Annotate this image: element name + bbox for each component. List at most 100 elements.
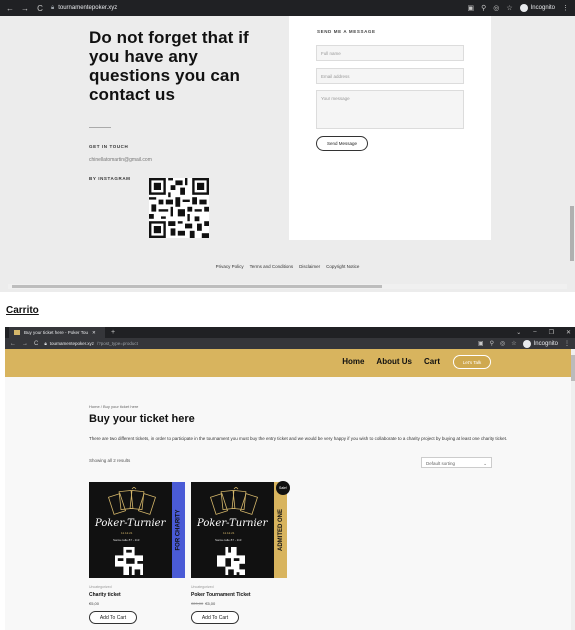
sale-badge: Sale!: [276, 481, 290, 495]
forward-icon[interactable]: →: [22, 341, 28, 347]
address-bar[interactable]: 🔒︎ tournamentepoker.xyz/?post_type=produ…: [44, 341, 472, 346]
zoom-icon[interactable]: ⚲: [490, 340, 494, 347]
menu-kebab-icon[interactable]: ⋮: [562, 4, 569, 12]
full-name-input[interactable]: Full name: [316, 45, 464, 61]
shop-content: Home / Buy your ticket here Buy your tic…: [5, 377, 575, 630]
product-image[interactable]: Poker-Turnier 11.12.21 Santa calle 87 - …: [89, 482, 185, 578]
close-window-icon[interactable]: ✕: [566, 329, 571, 336]
product-name[interactable]: Poker Tournament Ticket: [191, 592, 287, 598]
horizontal-scrollbar[interactable]: [8, 284, 567, 289]
close-tab-icon[interactable]: ✕: [92, 330, 96, 336]
email-input[interactable]: Email address: [316, 68, 464, 84]
message-textarea[interactable]: Your message: [316, 90, 464, 129]
section-caption: Carrito: [6, 305, 39, 316]
contact-form: SEND ME A MESSAGE Full name Email addres…: [289, 16, 491, 240]
main-nav: Home About Us Cart: [342, 357, 440, 366]
bookmark-star-icon[interactable]: ☆: [511, 340, 516, 347]
lock-icon: 🔒︎: [44, 341, 47, 346]
sorting-select[interactable]: Default sorting ⌄: [421, 457, 492, 468]
tracking-icon[interactable]: ◎: [500, 340, 505, 347]
product-category[interactable]: Uncategorized: [191, 585, 287, 589]
ticket-place: Santa calle 87 - 113: [215, 538, 242, 542]
ticket-title: Poker-Turnier: [95, 518, 166, 529]
scrollbar-thumb[interactable]: [571, 355, 575, 381]
scrollbar-thumb[interactable]: [12, 285, 382, 288]
incognito-badge[interactable]: Incognito: [519, 4, 555, 12]
ticket-place: Santa calle 87 - 113: [113, 538, 140, 542]
nav-cart[interactable]: Cart: [424, 357, 440, 366]
chevron-down-icon: ⌄: [483, 461, 487, 466]
incognito-badge[interactable]: Incognito: [522, 339, 558, 348]
zoom-icon[interactable]: ⚲: [481, 4, 486, 12]
address-bar[interactable]: 🔒︎ tournamentepoker.xyz: [51, 5, 460, 12]
contact-heading: Do not forget that if you have any quest…: [89, 28, 249, 104]
product-price: €20,00 €5,00: [191, 601, 216, 606]
address-url: tournamentepoker.xyz: [58, 5, 118, 11]
extensions-icon[interactable]: ▣: [467, 4, 474, 12]
tracking-icon[interactable]: ◎: [493, 4, 499, 12]
product-name[interactable]: Charity ticket: [89, 592, 185, 598]
browser-toolbar: ← → C 🔒︎ tournamentepoker.xyz/?post_type…: [5, 338, 575, 349]
vertical-scrollbar[interactable]: [570, 16, 574, 266]
contact-email[interactable]: chinellatomartin@gmail.com: [89, 157, 269, 163]
extensions-icon[interactable]: ▣: [478, 340, 484, 347]
minimize-icon[interactable]: –: [533, 329, 536, 336]
product-price: €5,00: [89, 601, 100, 606]
ticket-date: 11.12.21: [121, 531, 133, 535]
address-path: /?post_type=product: [97, 341, 138, 346]
footer-link-disclaimer[interactable]: Disclaimer: [299, 264, 320, 269]
address-host: tournamentepoker.xyz: [49, 341, 95, 346]
browser-tab[interactable]: Buy your ticket here - Poker Tou ✕: [9, 327, 105, 338]
product-category[interactable]: Uncategorized: [89, 585, 185, 589]
send-message-button[interactable]: Send Message: [316, 136, 368, 151]
back-icon[interactable]: ←: [6, 4, 14, 13]
browser-toolbar: ← → C 🔒︎ tournamentepoker.xyz ▣ ⚲ ◎ ☆ In…: [0, 0, 575, 16]
nav-home[interactable]: Home: [342, 357, 364, 366]
ticket-date: 11.12.21: [223, 531, 235, 535]
footer-link-privacy[interactable]: Privacy Policy: [216, 264, 244, 269]
footer-link-copyright[interactable]: Copyright Notice: [326, 264, 359, 269]
ticket-title: Poker-Turnier: [197, 518, 268, 529]
page-title: Buy your ticket here: [89, 413, 195, 425]
product-card[interactable]: Poker-Turnier 11.12.21 Santa calle 87 - …: [191, 481, 290, 624]
contact-page-screenshot: ← → C 🔒︎ tournamentepoker.xyz ▣ ⚲ ◎ ☆ In…: [0, 0, 575, 292]
product-image[interactable]: Poker-Turnier 11.12.21 Santa calle 87 - …: [191, 482, 287, 578]
bookmark-star-icon[interactable]: ☆: [506, 4, 512, 12]
vertical-scrollbar[interactable]: [571, 349, 575, 630]
favicon-icon: [14, 330, 20, 335]
site-header: Home About Us Cart Let's Talk: [5, 349, 575, 377]
maximize-icon[interactable]: ❐: [549, 329, 554, 336]
instagram-qr-code: [149, 178, 209, 238]
breadcrumb[interactable]: Home / Buy your ticket here: [89, 404, 138, 409]
playing-cards-icon: [210, 487, 258, 515]
forward-icon[interactable]: →: [21, 4, 29, 13]
product-card[interactable]: Poker-Turnier 11.12.21 Santa calle 87 - …: [89, 482, 185, 624]
browser-tabstrip: Buy your ticket here - Poker Tou ✕ + ⌄ –…: [5, 327, 575, 338]
back-icon[interactable]: ←: [10, 341, 16, 347]
incognito-icon: [522, 339, 531, 348]
result-count: Showing all 2 results: [89, 458, 131, 463]
scrollbar-thumb[interactable]: [570, 206, 574, 261]
divider: [89, 127, 111, 128]
new-tab-icon[interactable]: +: [111, 329, 115, 336]
reload-icon[interactable]: C: [34, 341, 38, 347]
ticket-band: FOR CHARITY: [172, 482, 185, 578]
ticket-qr-code: [115, 547, 143, 575]
footer-links: Privacy Policy Terms and Conditions Disc…: [0, 264, 575, 269]
contact-section: Do not forget that if you have any quest…: [0, 16, 575, 292]
old-price: €20,00: [191, 601, 204, 606]
incognito-icon: [519, 4, 528, 12]
nav-about-us[interactable]: About Us: [376, 357, 412, 366]
add-to-cart-button[interactable]: Add To Cart: [89, 611, 137, 624]
contact-info: Do not forget that if you have any quest…: [89, 28, 269, 181]
ticket-band: ADMITED ONE: [274, 482, 287, 578]
ticket-qr-code: [217, 547, 245, 575]
menu-kebab-icon[interactable]: ⋮: [564, 340, 570, 347]
reload-icon[interactable]: C: [36, 4, 44, 13]
lock-icon: 🔒︎: [51, 4, 55, 11]
tab-search-icon[interactable]: ⌄: [516, 329, 521, 336]
add-to-cart-button[interactable]: Add To Cart: [191, 611, 239, 624]
lets-talk-button[interactable]: Let's Talk: [453, 355, 491, 369]
footer-link-terms[interactable]: Terms and Conditions: [250, 264, 294, 269]
shop-page-screenshot: Buy your ticket here - Poker Tou ✕ + ⌄ –…: [5, 327, 575, 630]
